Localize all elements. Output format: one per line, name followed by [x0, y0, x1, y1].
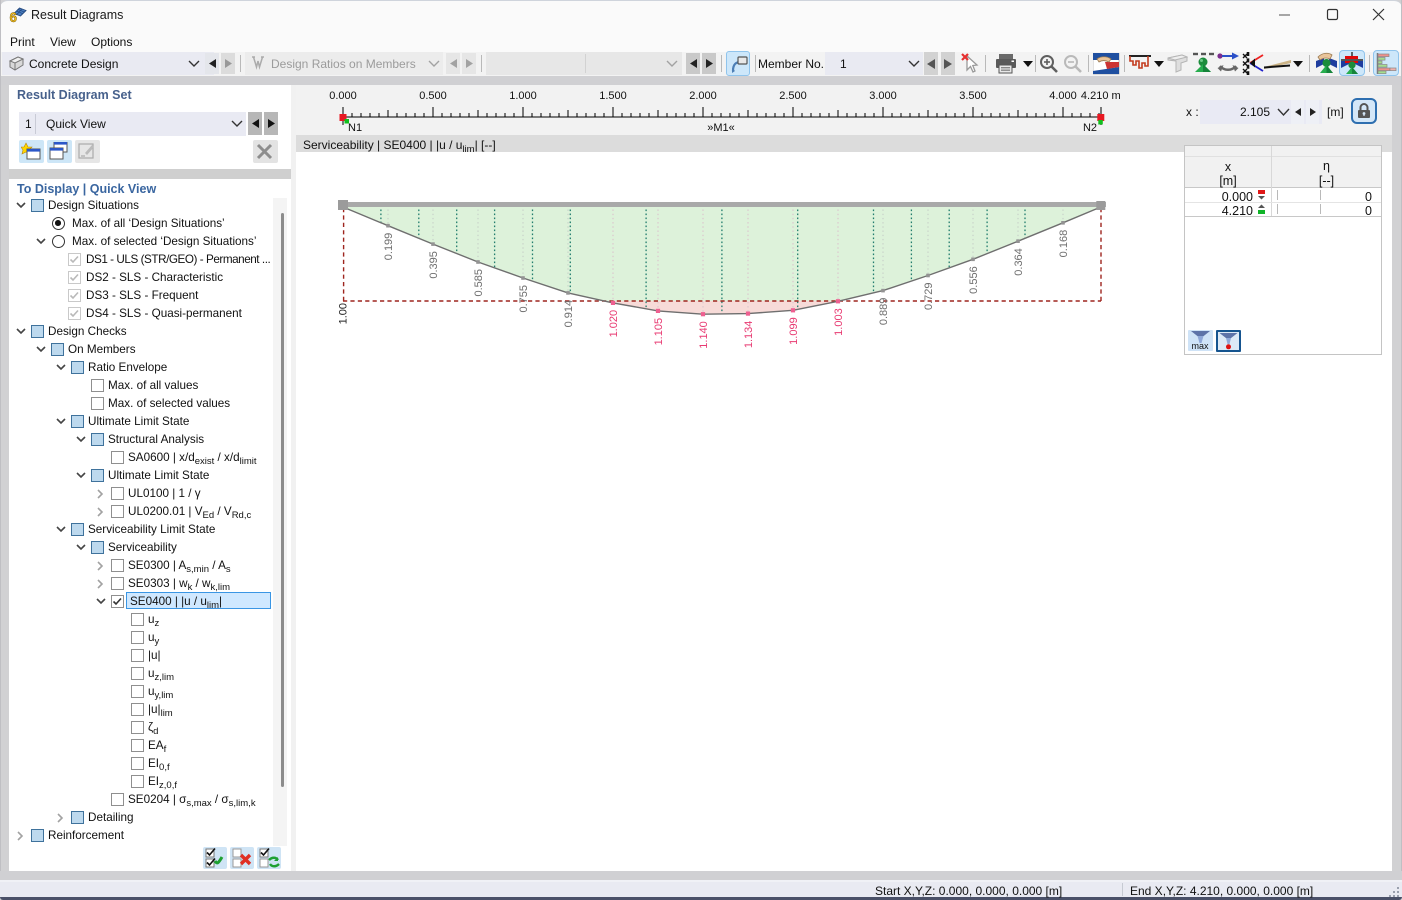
svg-text:»M1«: »M1«	[707, 122, 735, 134]
svg-text:0.889: 0.889	[878, 298, 890, 326]
svg-text:0.585: 0.585	[473, 269, 485, 297]
svg-text:1.00: 1.00	[338, 303, 350, 324]
svg-text:1.140: 1.140	[698, 321, 710, 349]
svg-text:N1: N1	[348, 122, 362, 134]
svg-text:1.105: 1.105	[653, 318, 665, 346]
svg-text:1.003: 1.003	[833, 308, 845, 336]
svg-text:max: max	[1191, 341, 1209, 351]
svg-text:4.210 m: 4.210 m	[1081, 90, 1121, 102]
svg-text:1.134: 1.134	[743, 321, 755, 349]
svg-text:1.099: 1.099	[788, 317, 800, 345]
svg-text:1.000: 1.000	[509, 90, 537, 102]
svg-text:1.500: 1.500	[599, 90, 627, 102]
svg-text:0.395: 0.395	[428, 251, 440, 279]
svg-text:0.500: 0.500	[419, 90, 447, 102]
svg-text:6: 6	[10, 10, 18, 23]
svg-text:1.020: 1.020	[608, 310, 620, 338]
svg-text:0.914: 0.914	[563, 300, 575, 328]
svg-text:3.500: 3.500	[959, 90, 987, 102]
svg-text:2.000: 2.000	[689, 90, 717, 102]
svg-text:0.729: 0.729	[923, 283, 935, 311]
svg-text:3.000: 3.000	[869, 90, 897, 102]
svg-text:0.755: 0.755	[518, 285, 530, 313]
svg-text:N2: N2	[1083, 122, 1097, 134]
svg-text:0.364: 0.364	[1013, 248, 1025, 276]
svg-text:4.000: 4.000	[1049, 90, 1077, 102]
svg-text:2.500: 2.500	[779, 90, 807, 102]
svg-text:0.168: 0.168	[1058, 230, 1070, 258]
svg-text:0.199: 0.199	[383, 233, 395, 261]
svg-text:0.556: 0.556	[968, 266, 980, 294]
svg-text:0.000: 0.000	[329, 90, 357, 102]
